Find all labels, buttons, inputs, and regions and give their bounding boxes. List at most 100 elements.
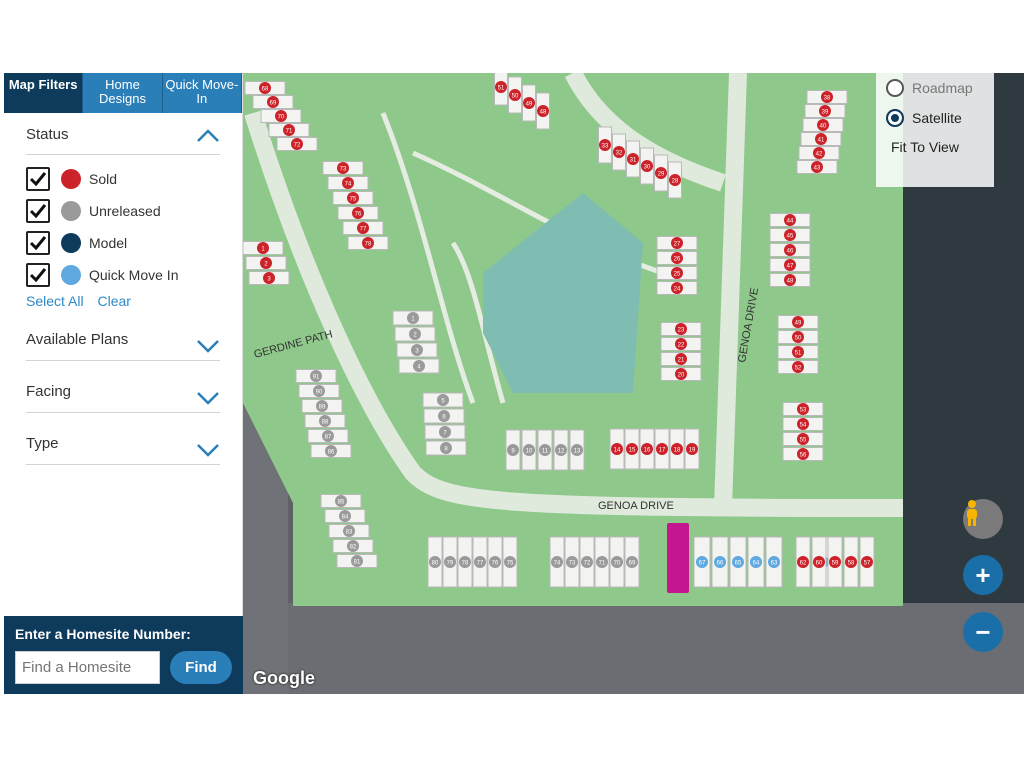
lot-number: 76 [492, 561, 499, 567]
lot-number: 84 [342, 515, 349, 521]
lot-number: 54 [800, 423, 807, 429]
chevron-down-icon[interactable] [196, 443, 220, 459]
lot-number: 32 [616, 151, 623, 157]
lot-number: 68 [262, 87, 269, 93]
lot-number: 73 [569, 561, 576, 567]
available-plans-filter[interactable]: Available Plans [26, 309, 220, 361]
lot-number: 25 [674, 272, 681, 278]
lot-number: 10 [526, 449, 533, 455]
lot-number: 58 [848, 561, 855, 567]
chevron-up-icon[interactable] [196, 127, 220, 143]
lot-number: 21 [678, 358, 685, 364]
lot-number: 69 [629, 561, 636, 567]
lot-number: 66 [717, 561, 724, 567]
lot-number: 87 [325, 435, 332, 441]
status-section-header[interactable]: Status [26, 113, 220, 155]
satellite-radio[interactable] [886, 109, 904, 127]
lot-number: 75 [350, 197, 357, 203]
model-checkbox[interactable] [26, 231, 50, 255]
type-label: Type [26, 435, 59, 452]
highlighted-homesite[interactable] [667, 523, 689, 593]
street-view-pegman-icon[interactable] [963, 499, 1003, 539]
lot-number: 51 [795, 351, 802, 357]
tab-home-designs[interactable]: Home Designs [83, 73, 163, 113]
lot-number: 29 [658, 172, 665, 178]
lot-number: 52 [795, 366, 802, 372]
type-filter[interactable]: Type [26, 413, 220, 465]
lot-number: 16 [644, 448, 651, 454]
lot-number: 18 [674, 448, 681, 454]
lot-number: 85 [338, 500, 345, 506]
quick-move-in-checkbox[interactable] [26, 263, 50, 287]
lot-number: 70 [278, 115, 285, 121]
sold-checkbox[interactable] [26, 167, 50, 191]
site-map[interactable]: GENOA DRIVE GENOA DRIVE GERDINE PATH 68 6… [243, 73, 1024, 694]
lot-number: 71 [286, 129, 293, 135]
lot-number: 53 [800, 408, 807, 414]
lot-number: 59 [832, 561, 839, 567]
tab-quick-move-in[interactable]: Quick Move-In [162, 73, 242, 113]
lot-number: 40 [820, 124, 827, 130]
lot-number: 74 [345, 182, 352, 188]
status-item-model[interactable]: Model [26, 227, 242, 259]
lot-number: 91 [313, 375, 320, 381]
lot-number: 83 [346, 530, 353, 536]
quick-move-in-color-dot [61, 265, 81, 285]
lot-number: 11 [542, 449, 549, 455]
lot-number: 31 [630, 158, 637, 164]
lot-number: 49 [795, 321, 802, 327]
fit-to-view-button[interactable]: Fit To View [876, 133, 994, 161]
lot-number: 23 [678, 328, 685, 334]
lot-number: 82 [350, 545, 357, 551]
lot-number: 75 [507, 561, 514, 567]
lot-number: 33 [602, 144, 609, 150]
satellite-option[interactable]: Satellite [876, 103, 994, 133]
unreleased-checkbox[interactable] [26, 199, 50, 223]
lot-number: 22 [678, 343, 685, 349]
status-item-unreleased[interactable]: Unreleased [26, 195, 242, 227]
lot-number: 17 [659, 448, 666, 454]
roadmap-label: Roadmap [912, 80, 973, 96]
lot-number: 69 [270, 101, 277, 107]
homesite-input[interactable] [15, 651, 160, 684]
clear-link[interactable]: Clear [97, 293, 130, 309]
lot-number: 65 [735, 561, 742, 567]
status-item-sold[interactable]: Sold [26, 163, 242, 195]
model-label: Model [89, 235, 128, 251]
lot-number: 38 [824, 96, 831, 102]
lot-number: 14 [614, 448, 621, 454]
find-button[interactable]: Find [170, 651, 232, 684]
lot-number: 56 [800, 453, 807, 459]
chevron-down-icon[interactable] [196, 339, 220, 355]
lot-number: 60 [816, 561, 823, 567]
quick-move-in-label: Quick Move In [89, 267, 179, 283]
available-plans-label: Available Plans [26, 331, 129, 348]
lot-number: 79 [447, 561, 454, 567]
lot-number: 12 [558, 449, 565, 455]
tab-map-filters[interactable]: Map Filters [4, 73, 84, 113]
lot-number: 72 [294, 143, 301, 149]
status-item-quick-move-in[interactable]: Quick Move In [26, 259, 242, 291]
zoom-out-button[interactable]: − [963, 612, 1003, 652]
lot-number: 62 [800, 561, 807, 567]
chevron-down-icon[interactable] [196, 391, 220, 407]
lot-number: 41 [818, 138, 825, 144]
select-all-link[interactable]: Select All [26, 293, 84, 309]
lot-number: 50 [795, 336, 802, 342]
roadmap-radio[interactable] [886, 79, 904, 97]
map-type-control: Roadmap Satellite Fit To View [876, 73, 994, 187]
lot-number: 45 [787, 234, 794, 240]
zoom-in-button[interactable]: + [963, 555, 1003, 595]
sold-color-dot [61, 169, 81, 189]
roadmap-option[interactable]: Roadmap [876, 73, 994, 103]
select-links: Select All Clear [4, 291, 242, 309]
lot-number: 39 [822, 110, 829, 116]
model-color-dot [61, 233, 81, 253]
lot-number: 46 [787, 249, 794, 255]
lot-number: 76 [355, 212, 362, 218]
facing-label: Facing [26, 383, 72, 400]
facing-filter[interactable]: Facing [26, 361, 220, 413]
lot-number: 27 [674, 242, 681, 248]
lot-number: 51 [498, 86, 505, 92]
lot-number: 71 [599, 561, 606, 567]
